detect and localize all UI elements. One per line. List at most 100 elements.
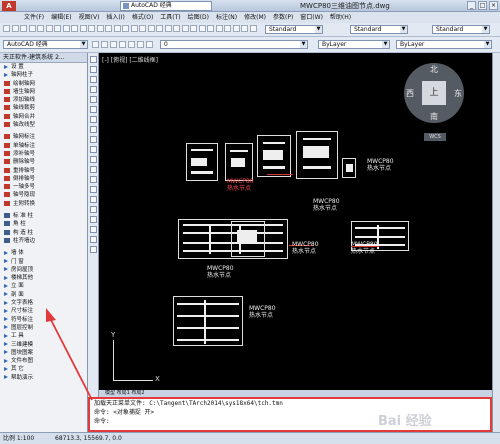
panel-item[interactable]: 轴网合并 <box>0 113 87 121</box>
toolbar-button[interactable] <box>79 25 87 32</box>
layer-tool-button[interactable] <box>92 41 99 48</box>
toolbar-button[interactable] <box>232 25 240 32</box>
color-combo[interactable]: ByLayer ▼ <box>318 40 390 49</box>
menu-view[interactable]: 视图(V) <box>79 12 100 23</box>
toolbar-button[interactable] <box>139 25 146 32</box>
panel-item[interactable]: 轴网标注 <box>0 133 87 141</box>
toolbar-button[interactable] <box>96 25 104 32</box>
menu-help[interactable]: 帮助(H) <box>330 12 351 23</box>
panel-item[interactable]: 文件布图 <box>0 357 87 365</box>
viewcube-west[interactable]: 西 <box>406 88 414 99</box>
toolbar-button[interactable] <box>11 25 19 32</box>
panel-item[interactable]: 墙 体 <box>0 249 87 257</box>
toolbar-button[interactable] <box>215 25 223 32</box>
draw-tool-button[interactable] <box>90 236 97 243</box>
draw-tool-button[interactable] <box>90 146 97 153</box>
toolbar-button[interactable] <box>3 25 10 32</box>
toolbar-button[interactable] <box>20 25 27 32</box>
layer-combo[interactable]: 0 ▼ <box>160 40 308 49</box>
menu-tools[interactable]: 工具(T) <box>160 12 180 23</box>
autocad-logo-icon[interactable]: A <box>2 1 16 11</box>
draw-tool-button[interactable] <box>90 126 97 133</box>
panel-item[interactable]: 图层控制 <box>0 324 87 332</box>
toolbar-button[interactable] <box>198 25 206 32</box>
text-style-combo[interactable]: Standard ▼ <box>265 25 323 34</box>
toolbar-button[interactable] <box>71 25 78 32</box>
panel-item[interactable]: 角 柱 <box>0 220 87 228</box>
dim-style-combo[interactable]: Standard ▼ <box>350 25 408 34</box>
close-button[interactable]: × <box>489 1 498 10</box>
panel-item[interactable]: 门 窗 <box>0 258 87 266</box>
workspace-switcher[interactable]: AutoCAD 经典 <box>120 1 212 11</box>
panel-item[interactable]: 主附转换 <box>0 200 87 208</box>
panel-item[interactable]: 图块图案 <box>0 349 87 357</box>
panel-item[interactable]: 剖 面 <box>0 291 87 299</box>
viewcube-top-face[interactable]: 上 <box>422 81 446 105</box>
panel-item[interactable]: 设 置 <box>0 63 87 71</box>
menu-draw[interactable]: 绘图(D) <box>188 12 209 23</box>
panel-item[interactable]: 房间屋顶 <box>0 266 87 274</box>
menu-edit[interactable]: 编辑(E) <box>51 12 71 23</box>
workspace-combo[interactable]: AutoCAD 经典 ▼ <box>3 40 88 49</box>
menu-format[interactable]: 格式(O) <box>132 12 153 23</box>
draw-tool-button[interactable] <box>90 86 97 93</box>
toolbar-button[interactable] <box>164 25 172 32</box>
toolbar-button[interactable] <box>249 25 257 32</box>
toolbar-button[interactable] <box>62 25 70 32</box>
panel-item[interactable]: 单轴标注 <box>0 142 87 150</box>
draw-tool-button[interactable] <box>90 176 97 183</box>
draw-tool-button[interactable] <box>90 116 97 123</box>
draw-tool-button[interactable] <box>90 196 97 203</box>
panel-item[interactable]: 删除轴号 <box>0 158 87 166</box>
toolbar-button[interactable] <box>130 25 138 32</box>
panel-item[interactable]: 三维建模 <box>0 341 87 349</box>
panel-item[interactable]: 文字表格 <box>0 299 87 307</box>
draw-tool-button[interactable] <box>90 226 97 233</box>
draw-tool-button[interactable] <box>90 166 97 173</box>
toolbar-button[interactable] <box>156 25 163 32</box>
panel-item[interactable]: 绘制轴网 <box>0 80 87 88</box>
menu-dimension[interactable]: 标注(N) <box>216 12 237 23</box>
toolbar-button[interactable] <box>207 25 214 32</box>
table-style-combo[interactable]: Standard ▼ <box>432 25 490 34</box>
toolbar-button[interactable] <box>147 25 155 32</box>
toolbar-button[interactable] <box>122 25 129 32</box>
layout-tabs[interactable]: 模型 布局1 布局2 <box>99 390 492 397</box>
viewcube-east[interactable]: 东 <box>454 88 462 99</box>
panel-item[interactable]: 添加轴线 <box>0 96 87 104</box>
panel-item[interactable]: 一轴多号 <box>0 183 87 191</box>
draw-tool-button[interactable] <box>90 206 97 213</box>
toolbar-button[interactable] <box>224 25 231 32</box>
draw-tool-button[interactable] <box>90 216 97 223</box>
toolbar-button[interactable] <box>173 25 180 32</box>
toolbar-button[interactable] <box>181 25 189 32</box>
minimize-button[interactable]: _ <box>467 1 476 10</box>
menu-parametric[interactable]: 参数(P) <box>273 12 293 23</box>
panel-item[interactable]: 轴改线型 <box>0 121 87 129</box>
panel-item[interactable]: 重排轴号 <box>0 167 87 175</box>
panel-item[interactable]: 轴网柱子 <box>0 71 87 79</box>
layer-tool-button[interactable] <box>146 41 153 48</box>
viewcube-south[interactable]: 南 <box>430 111 438 122</box>
panel-item[interactable]: 柱齐墙边 <box>0 237 87 245</box>
toolbar-button[interactable] <box>37 25 44 32</box>
menu-file[interactable]: 文件(F) <box>24 12 44 23</box>
menu-window[interactable]: 窗口(W) <box>300 12 323 23</box>
viewport-label[interactable]: [-] [俯视] [二维线框] <box>102 55 158 64</box>
toolbar-button[interactable] <box>113 25 121 32</box>
panel-item[interactable]: 帮助演示 <box>0 374 87 382</box>
toolbar-button[interactable] <box>88 25 95 32</box>
panel-item[interactable]: 立 面 <box>0 282 87 290</box>
annotation-scale[interactable]: 比例 1:100 <box>3 433 34 444</box>
panel-item[interactable]: 标 准 柱 <box>0 212 87 220</box>
draw-tool-button[interactable] <box>90 96 97 103</box>
layer-tool-button[interactable] <box>137 41 144 48</box>
panel-item[interactable]: 工 具 <box>0 332 87 340</box>
draw-tool-button[interactable] <box>90 186 97 193</box>
panel-item[interactable]: 其 它 <box>0 365 87 373</box>
panel-item[interactable]: 构 造 柱 <box>0 229 87 237</box>
layer-tool-button[interactable] <box>119 41 126 48</box>
viewcube[interactable]: 北 南 西 东 上 <box>404 63 464 123</box>
menu-modify[interactable]: 修改(M) <box>244 12 266 23</box>
draw-tool-button[interactable] <box>90 246 97 253</box>
